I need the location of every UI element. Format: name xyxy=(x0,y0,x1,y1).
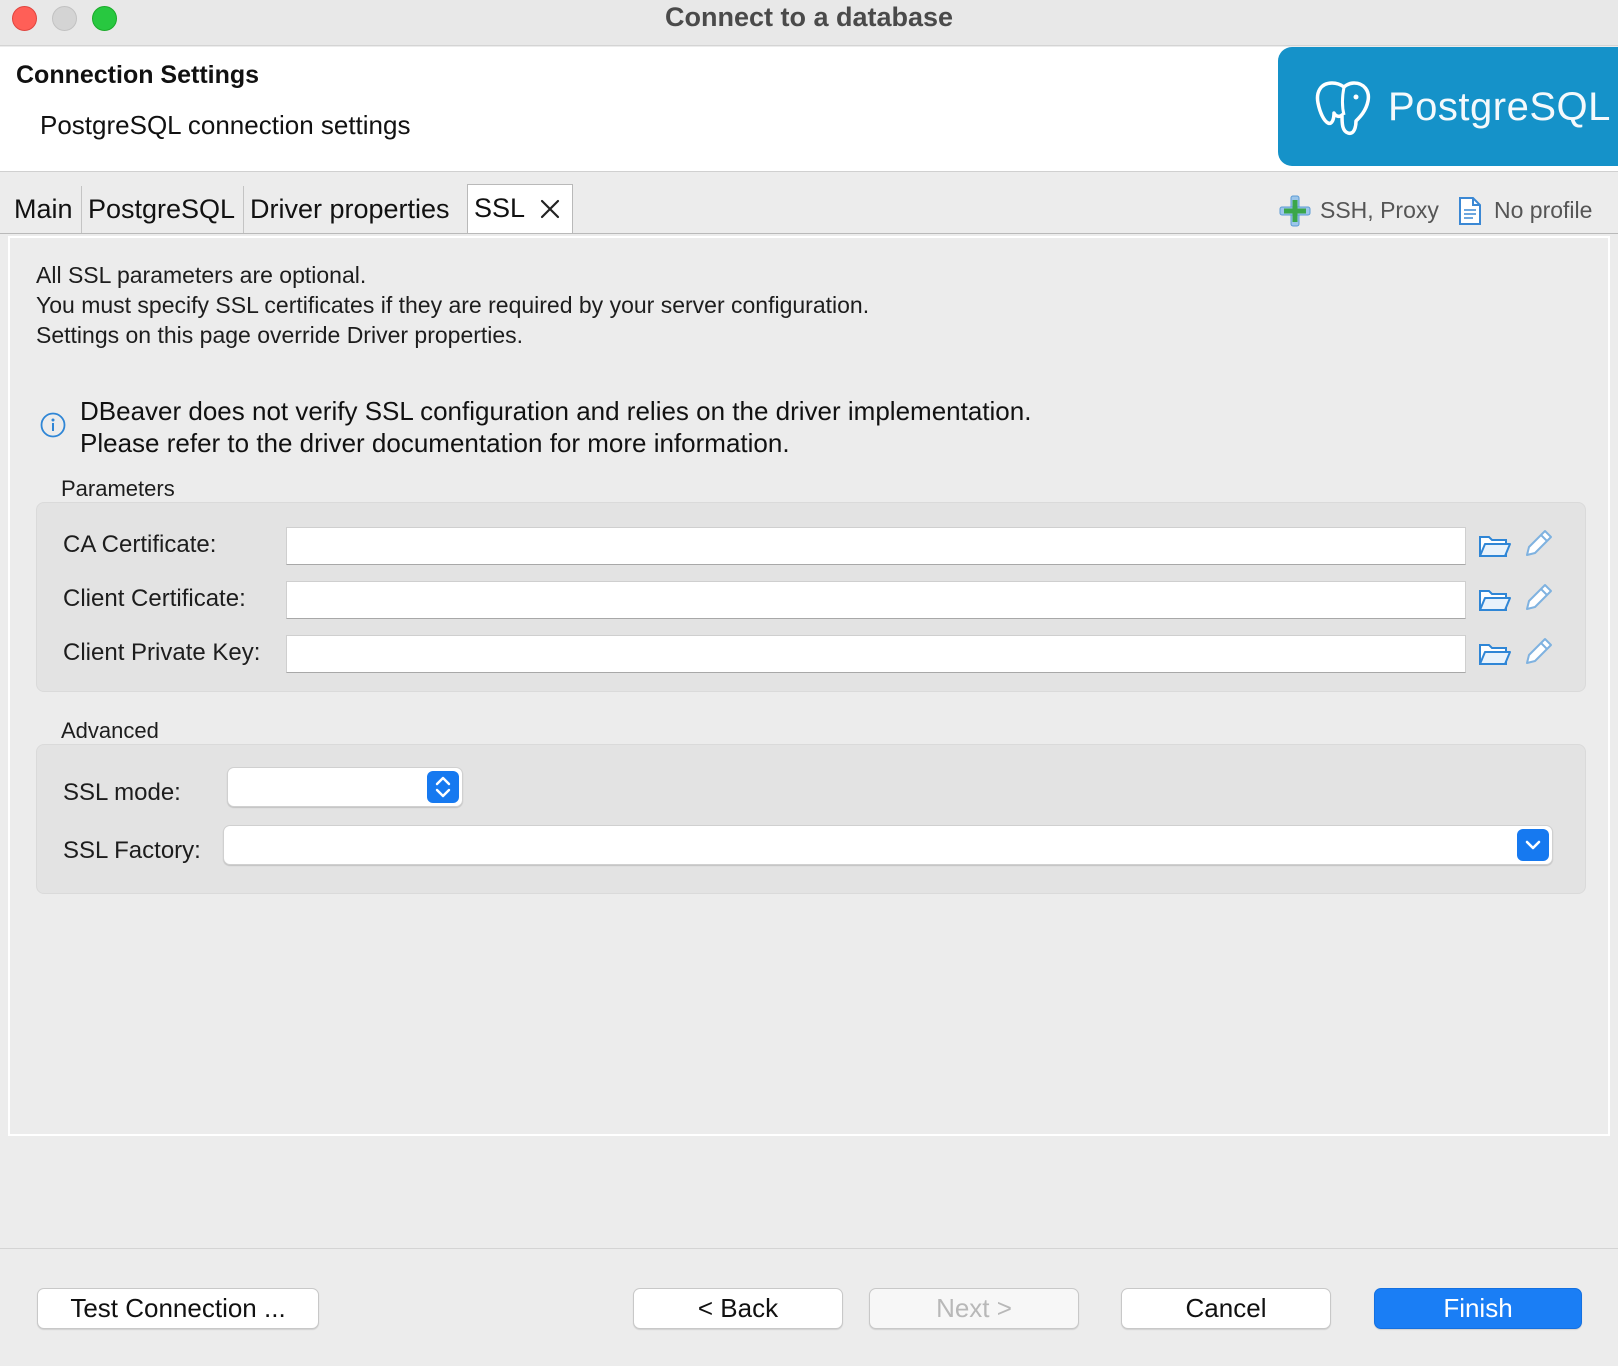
connection-tools: SSH, Proxy No profile xyxy=(1276,190,1616,230)
client-private-key-input[interactable] xyxy=(286,635,1466,673)
logo-text: PostgreSQL xyxy=(1388,85,1611,129)
header-title: Connection Settings xyxy=(16,61,260,89)
info-line: DBeaver does not verify SSL configuratio… xyxy=(80,396,1032,426)
wizard-header: Connection Settings PostgreSQL connectio… xyxy=(0,47,1618,172)
title-bar: Connect to a database xyxy=(0,0,1618,46)
client-certificate-label: Client Certificate: xyxy=(63,585,246,612)
ca-certificate-label: CA Certificate: xyxy=(63,531,217,558)
ssl-factory-dropdown-button[interactable] xyxy=(1517,829,1549,861)
open-folder-icon[interactable] xyxy=(1477,637,1511,671)
profile-button[interactable]: No profile xyxy=(1456,190,1616,230)
intro-text: All SSL parameters are optional. You mus… xyxy=(36,260,869,350)
tab-ssl[interactable]: SSL xyxy=(467,184,573,234)
ssl-factory-combo[interactable] xyxy=(223,825,1553,865)
test-connection-button[interactable]: Test Connection ... xyxy=(37,1288,319,1329)
advanced-group-label: Advanced xyxy=(61,718,159,743)
postgresql-logo: PostgreSQL xyxy=(1278,47,1618,166)
edit-pencil-icon[interactable] xyxy=(1521,635,1555,669)
chevron-down-icon xyxy=(1525,840,1541,850)
cancel-button[interactable]: Cancel xyxy=(1121,1288,1331,1329)
footer-divider xyxy=(0,1248,1618,1249)
close-tab-icon[interactable] xyxy=(538,197,562,221)
header-subtitle: PostgreSQL connection settings xyxy=(40,110,411,140)
parameters-group: CA Certificate: Client Certificate: Clie… xyxy=(36,502,1586,692)
open-folder-icon[interactable] xyxy=(1477,529,1511,563)
tabs-divider xyxy=(0,233,1618,234)
next-button[interactable]: Next > xyxy=(869,1288,1079,1329)
ssl-mode-stepper[interactable] xyxy=(427,771,459,803)
edit-pencil-icon[interactable] xyxy=(1521,581,1555,615)
ssl-mode-label: SSL mode: xyxy=(63,779,181,806)
window-title: Connect to a database xyxy=(664,2,954,32)
ca-certificate-input[interactable] xyxy=(286,527,1466,565)
tab-driver-properties-label: Driver properties xyxy=(250,194,450,224)
chevron-up-down-icon xyxy=(435,776,451,798)
tab-ssl-label: SSL xyxy=(474,193,526,223)
client-private-key-label: Client Private Key: xyxy=(63,639,261,666)
ssl-mode-select[interactable] xyxy=(227,767,463,807)
back-button[interactable]: < Back xyxy=(633,1288,843,1329)
plus-network-icon xyxy=(1279,195,1311,227)
elephant-icon xyxy=(1315,81,1371,136)
intro-line: Settings on this page override Driver pr… xyxy=(36,322,524,348)
tab-main-label: Main xyxy=(14,194,73,224)
open-folder-icon[interactable] xyxy=(1477,583,1511,617)
tab-driver-properties[interactable]: Driver properties xyxy=(244,186,466,234)
info-icon xyxy=(40,412,66,438)
ssh-proxy-label: SSH, Proxy xyxy=(1320,197,1439,223)
advanced-group: SSL mode: SSL Factory: xyxy=(36,744,1586,894)
tab-postgresql-label: PostgreSQL xyxy=(88,194,236,224)
profile-label: No profile xyxy=(1494,197,1593,223)
ssl-factory-label: SSL Factory: xyxy=(63,837,201,864)
parameters-group-label: Parameters xyxy=(61,476,175,501)
intro-line: You must specify SSL certificates if the… xyxy=(36,292,870,318)
intro-line: All SSL parameters are optional. xyxy=(36,262,367,288)
info-message: DBeaver does not verify SSL configuratio… xyxy=(80,395,1031,459)
tab-postgresql[interactable]: PostgreSQL xyxy=(82,186,244,234)
edit-pencil-icon[interactable] xyxy=(1521,527,1555,561)
document-icon xyxy=(1459,197,1481,225)
ssh-proxy-button[interactable]: SSH, Proxy xyxy=(1276,190,1446,230)
client-certificate-input[interactable] xyxy=(286,581,1466,619)
info-line: Please refer to the driver documentation… xyxy=(80,428,790,458)
ssl-settings-panel: All SSL parameters are optional. You mus… xyxy=(8,236,1610,1136)
tab-main[interactable]: Main xyxy=(8,186,82,234)
finish-button[interactable]: Finish xyxy=(1374,1288,1582,1329)
